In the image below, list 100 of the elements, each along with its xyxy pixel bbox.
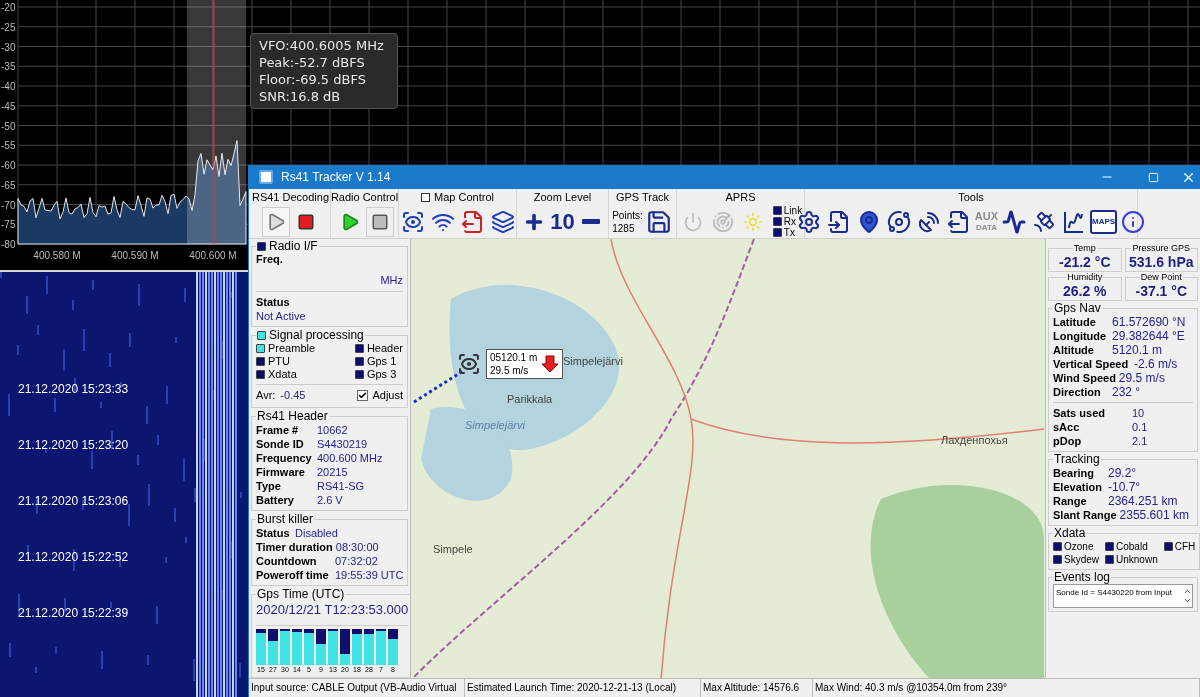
info-icon	[1121, 209, 1146, 234]
readout-label: Humidity	[1067, 272, 1103, 282]
section-title: Rs41 Header	[257, 409, 328, 423]
log-entry: Sonde Id = S4430220 from Input	[1055, 587, 1173, 599]
field-label: Altitude	[1053, 343, 1095, 357]
indicator-label: Rx	[783, 216, 797, 227]
field-value: -0.45	[280, 388, 306, 403]
signal-bar	[340, 628, 350, 665]
flag-label: Skydew	[1064, 553, 1099, 566]
radar-icon	[711, 210, 734, 233]
field-value: 61.572690 °N	[1112, 315, 1186, 329]
checkbox-label: Adjust	[372, 388, 403, 403]
gps-time-value: 2020/12/21 T12:23:53.000	[256, 601, 409, 619]
status-text: Max Wind: 40.3 m/s @10354.0m from 239°	[813, 679, 1200, 697]
field-label: Status	[256, 525, 291, 540]
axis-tick-label: -45	[1, 100, 16, 112]
field-value: 07:32:02	[335, 553, 378, 568]
field-label: Longitude	[1053, 329, 1108, 343]
field-value: 2.1	[1132, 434, 1148, 448]
axis-tick-label: 400.580 M	[33, 250, 81, 261]
flag-label: Ozone	[1064, 540, 1094, 553]
readout-label: Dew Point	[1140, 272, 1182, 282]
readout-label: Pressure GPS	[1132, 243, 1190, 253]
status-text: Input source: CABLE Output (VB-Audio Virtual	[249, 679, 465, 697]
section-title: Gps Time (UTC)	[257, 587, 345, 601]
signal-bar	[364, 628, 374, 665]
scroll-up-icon	[1183, 587, 1192, 596]
axis-tick-label: -55	[1, 140, 16, 152]
group-title: Map Control	[434, 189, 494, 205]
play-button[interactable]	[261, 206, 290, 237]
axis-tick-label: 400.600 M	[189, 250, 237, 261]
signal-bar	[304, 628, 314, 665]
timestamp: 21.12.2020 15:23:20	[18, 437, 129, 454]
signal-bar	[256, 628, 266, 665]
file-export-icon	[946, 209, 971, 234]
satellite-dish-icon	[916, 209, 941, 234]
map-label: Parikkala	[507, 392, 553, 407]
section-title: Events log	[1054, 571, 1111, 584]
field-label: Battery	[256, 492, 295, 507]
flag-label: Xdata	[268, 368, 297, 381]
field-label: Timer duration	[256, 539, 333, 554]
file-icon	[460, 209, 485, 234]
timestamp: 21.12.2020 15:23:33	[18, 381, 129, 398]
power-icon	[682, 211, 703, 232]
axis-tick-label: -65	[1, 179, 16, 191]
signal-bar	[292, 628, 302, 665]
flag-label: Gps 1	[366, 355, 397, 368]
field-label: Latitude	[1053, 315, 1097, 329]
checkbox[interactable]	[421, 192, 431, 202]
readout-value: -37.1 °C	[1134, 282, 1188, 300]
field-label: Direction	[1053, 385, 1102, 399]
status-text: Max Altitude: 14576.6	[701, 679, 813, 697]
field-label: Bearing	[1053, 466, 1095, 480]
stop-icon	[370, 212, 389, 231]
field-label: Frame #	[256, 422, 300, 437]
axis-tick-label: -75	[1, 219, 16, 231]
axis-tick-label: 400.590 M	[111, 250, 159, 261]
axis-tick-label: -25	[1, 21, 16, 33]
stop-icon	[296, 212, 315, 231]
axis-tick-label: -20	[1, 2, 16, 13]
flag-label: Preamble	[268, 342, 316, 355]
checkbox[interactable]	[357, 389, 369, 401]
waveform-icon	[1002, 209, 1027, 234]
field-value: 0.1	[1132, 420, 1148, 434]
field-label: Poweroff time	[256, 567, 330, 582]
field-label: Sats used	[1053, 406, 1106, 420]
field-value: 29.5 m/s	[1118, 371, 1165, 385]
group-title: Tools	[958, 189, 984, 205]
flag-label: CFH	[1174, 540, 1196, 553]
field-label: Firmware	[256, 464, 306, 479]
field-label: Frequency	[256, 450, 313, 465]
signal-bar	[280, 628, 290, 665]
map-label: Лахденпохья	[941, 433, 1008, 448]
signal-bar	[316, 628, 326, 665]
field-value: -10.7°	[1108, 480, 1141, 494]
maps-button[interactable]: MAPS	[1090, 209, 1118, 234]
axis-tick-label: -30	[1, 41, 16, 53]
group-title: Radio Control	[330, 189, 399, 205]
stop-button[interactable]	[365, 206, 394, 237]
section-title: Radio I/F	[269, 240, 318, 253]
flag-label: Unknown	[1116, 553, 1158, 566]
app-icon	[259, 170, 273, 184]
field-value: 20215	[317, 464, 348, 479]
flag-label: Cobald	[1116, 540, 1148, 553]
field-label: Avr:	[256, 388, 276, 403]
field-label: Wind Speed	[1053, 371, 1116, 385]
timestamp: 21.12.2020 15:22:52	[18, 549, 129, 566]
unit-label: MHz	[380, 272, 403, 288]
group-title: APRS	[725, 189, 756, 205]
minus-icon	[581, 219, 600, 224]
satellite-icon	[1032, 209, 1057, 234]
field-value: S4430219	[317, 436, 368, 451]
section-title: Gps Nav	[1054, 302, 1101, 315]
section-title: Signal processing	[269, 329, 364, 342]
axis-tick-label: -50	[1, 120, 16, 132]
signal-bar	[268, 628, 278, 665]
file-import-icon	[826, 209, 851, 234]
field-value: 29.2°	[1108, 466, 1137, 480]
field-label: Elevation	[1053, 480, 1103, 494]
axis-tick-label: -70	[1, 199, 16, 211]
